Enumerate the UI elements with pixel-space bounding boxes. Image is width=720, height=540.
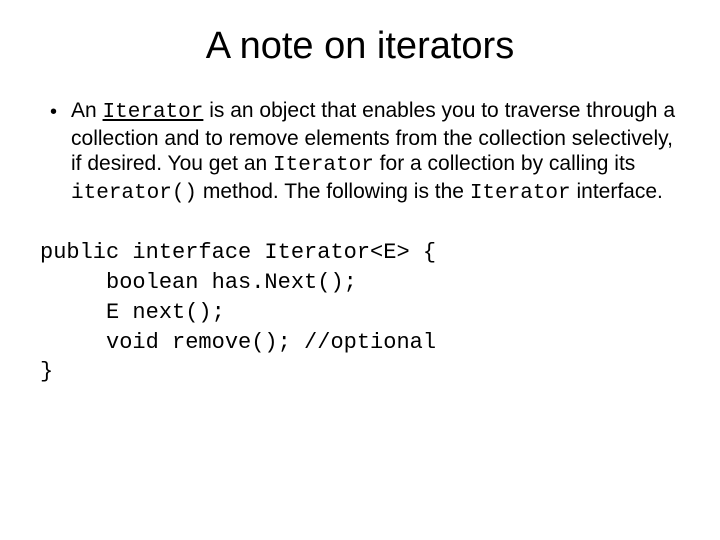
iterator-link[interactable]: Iterator <box>103 101 204 124</box>
text-frag: An <box>71 99 103 122</box>
text-frag: for a collection by calling its <box>374 152 635 175</box>
code-inline: Iterator <box>273 154 374 177</box>
slide-body: • An Iterator is an object that enables … <box>40 98 680 206</box>
slide-title: A note on iterators <box>40 25 680 68</box>
bullet-item: • An Iterator is an object that enables … <box>50 98 680 206</box>
bullet-dot-icon: • <box>50 100 57 124</box>
code-line: E next(); <box>40 300 225 325</box>
code-inline: iterator() <box>71 182 197 205</box>
text-frag: interface. <box>571 180 663 203</box>
slide: A note on iterators • An Iterator is an … <box>0 0 720 540</box>
code-inline: Iterator <box>470 182 571 205</box>
bullet-text: An Iterator is an object that enables yo… <box>71 98 680 206</box>
code-block: public interface Iterator<E> { boolean h… <box>40 238 680 386</box>
code-line: } <box>40 359 53 384</box>
code-line: boolean has.Next(); <box>40 270 357 295</box>
text-frag: method. The following is the <box>197 180 470 203</box>
code-line: void remove(); //optional <box>40 330 436 355</box>
code-line: public interface Iterator<E> { <box>40 240 436 265</box>
